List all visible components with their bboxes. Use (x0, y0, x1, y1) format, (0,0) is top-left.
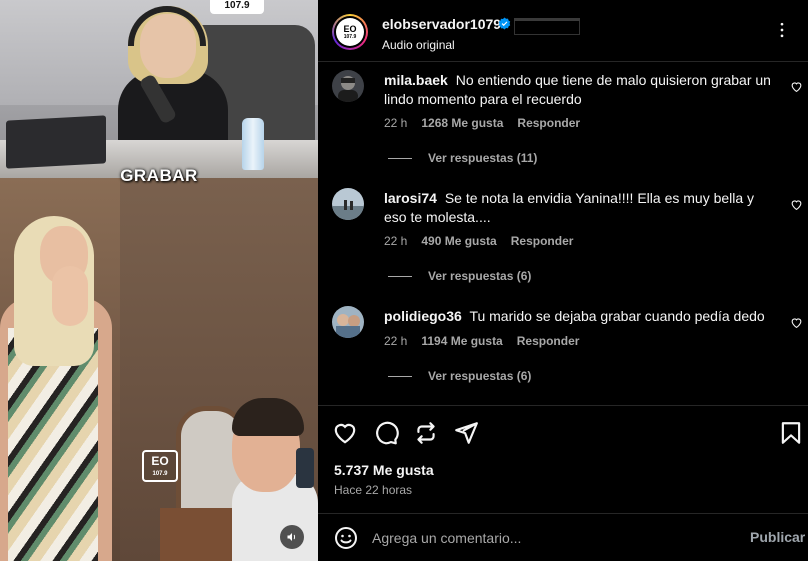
post-actions: 5.737 Me gusta Hace 22 horas (318, 405, 808, 513)
heart-icon[interactable] (790, 80, 803, 93)
reply-button[interactable]: Responder (517, 116, 580, 130)
more-options-icon[interactable] (772, 20, 792, 40)
view-replies-button[interactable]: Ver respuestas (11) (388, 151, 537, 165)
comment-bubble-icon[interactable] (373, 420, 399, 446)
commenter-avatar[interactable] (332, 188, 364, 220)
comment-meta: 22 h 490 Me gusta Responder (384, 234, 573, 248)
view-replies-button[interactable]: Ver respuestas (6) (388, 269, 531, 283)
phone (296, 448, 314, 488)
comment-time: 22 h (384, 334, 408, 348)
video-caption: GRABAR (120, 166, 198, 185)
comment-time: 22 h (384, 116, 408, 130)
watermark-text: EO (151, 454, 169, 468)
post-timestamp[interactable]: Hace 22 horas (334, 483, 412, 497)
post-header: EO 107.9 elobservador1079 Audio original (318, 0, 808, 62)
replies-divider (388, 275, 412, 277)
water-bottle (242, 118, 264, 170)
station-watermark: EO 107.9 (142, 450, 178, 482)
clasped-hands (52, 266, 88, 326)
commenter-avatar[interactable] (332, 306, 364, 338)
comment-meta: 22 h 1268 Me gusta Responder (384, 116, 580, 130)
reply-button[interactable]: Responder (517, 334, 580, 348)
redacted-bar (514, 18, 580, 21)
comment-username[interactable]: mila.baek (384, 72, 448, 88)
avatar-image (332, 70, 364, 102)
comment-text: Tu marido se dejaba grabar cuando pedía … (469, 308, 765, 324)
heart-icon[interactable] (790, 316, 803, 329)
header-username[interactable]: elobservador1079 (382, 16, 501, 32)
avatar[interactable]: EO 107.9 (332, 14, 368, 50)
comment-meta: 22 h 1194 Me gusta Responder (384, 334, 579, 348)
publish-button[interactable]: Publicar (750, 529, 805, 545)
avatar-image (332, 188, 364, 220)
comments-list[interactable]: mila.baek No entiendo que tiene de malo … (318, 62, 808, 404)
avatar-logo: EO 107.9 (336, 18, 364, 46)
repost-icon[interactable] (413, 420, 439, 446)
like-heart-icon[interactable] (332, 420, 358, 446)
watermark-subtext: 107.9 (152, 471, 168, 477)
avatar-image (332, 306, 364, 338)
comment-username[interactable]: larosi74 (384, 190, 437, 206)
comment-text: Se te nota la envidia Yanina!!!! Ella es… (384, 190, 755, 225)
view-replies-label: Ver respuestas (6) (428, 369, 532, 383)
dresser (160, 508, 240, 561)
replies-divider (388, 375, 412, 377)
speaker-icon (287, 533, 296, 541)
video-bottom-frame: EO 107.9 (0, 178, 318, 561)
commenter-avatar[interactable] (332, 70, 364, 102)
video-top-frame: 107.9 (0, 0, 318, 178)
reply-button[interactable]: Responder (511, 234, 574, 248)
post-panel: EO 107.9 elobservador1079 Audio original (318, 0, 808, 561)
comment-likes[interactable]: 1194 Me gusta (421, 334, 502, 348)
verified-badge-icon (498, 17, 511, 30)
comment-likes[interactable]: 490 Me gusta (421, 234, 496, 248)
avatar-logo-text: EO (343, 23, 357, 34)
emoji-icon[interactable] (334, 526, 358, 550)
comment-likes[interactable]: 1268 Me gusta (421, 116, 503, 130)
redacted-block (514, 19, 580, 35)
view-replies-label: Ver respuestas (6) (428, 269, 532, 283)
bookmark-icon[interactable] (778, 420, 804, 446)
mute-button[interactable] (280, 525, 304, 549)
avatar-logo-subtext: 107.9 (343, 33, 357, 40)
comment-username[interactable]: polidiego36 (384, 308, 462, 324)
view-replies-label: Ver respuestas (11) (428, 151, 538, 165)
comment-composer: Publicar (318, 513, 808, 561)
replies-divider (388, 157, 412, 159)
share-send-icon[interactable] (453, 420, 479, 446)
view-replies-button[interactable]: Ver respuestas (6) (388, 369, 531, 383)
heart-icon[interactable] (790, 198, 803, 211)
post-likes[interactable]: 5.737 Me gusta (334, 462, 434, 478)
comment-input[interactable] (372, 526, 732, 550)
laptop (6, 115, 106, 169)
station-logo: 107.9 (210, 0, 264, 14)
comment-time: 22 h (384, 234, 408, 248)
audio-label[interactable]: Audio original (382, 38, 455, 52)
post-media[interactable]: 107.9 GRABAR EO 107.9 (0, 0, 318, 561)
